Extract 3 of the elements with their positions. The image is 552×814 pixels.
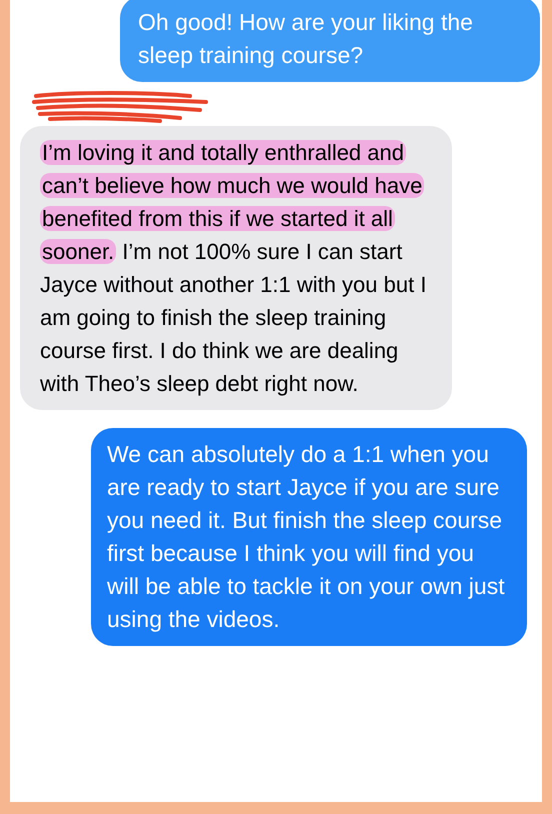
- sent-message: Oh good! How are your liking the sleep training course?: [120, 0, 540, 82]
- sent-message: We can absolutely do a 1:1 when you are ready to start Jayce if you are sure you need it. But finish the sleep course first because I think you will find you will be able to tackle it on your own just using the videos.: [91, 428, 527, 646]
- received-message: I’m loving it and totally enthralled and can’t believe how much we would have benefited from this if we started it all sooner. I’m not 100% sure I can start Jayce without another 1:1 with you but I am going to finish the sleep training course first. I do think we are dealing with Theo’s sleep debt right now.: [20, 126, 452, 410]
